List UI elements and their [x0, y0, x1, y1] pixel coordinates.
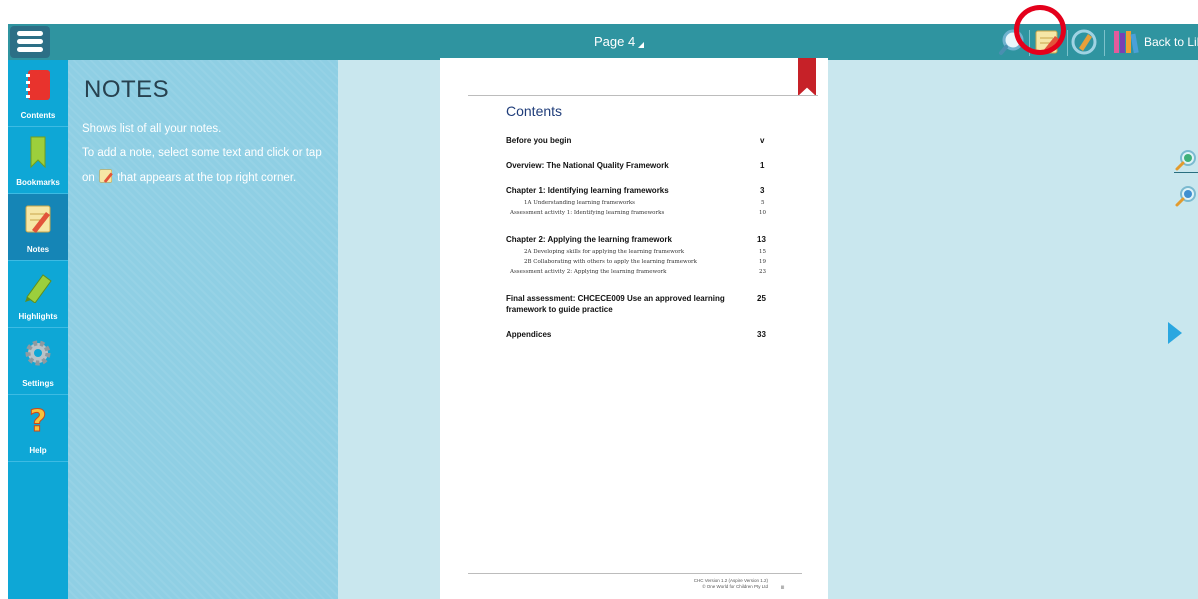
- document-page[interactable]: [440, 58, 828, 599]
- zoom-out-icon[interactable]: [1174, 184, 1198, 208]
- sidebar-item-notes[interactable]: Notes: [8, 194, 68, 261]
- back-to-library-button[interactable]: Back to Library: [1144, 35, 1198, 49]
- svg-text:?: ?: [29, 404, 46, 437]
- toc-page: 1: [760, 161, 765, 170]
- sidebar-item-help[interactable]: ? Help: [8, 395, 68, 462]
- toolbar-divider: [1067, 30, 1068, 56]
- toc-page: 19: [759, 259, 766, 265]
- notes-description: Shows list of all your notes.: [82, 123, 222, 135]
- sidebar-item-label: Help: [29, 446, 47, 455]
- menu-icon[interactable]: [10, 26, 50, 58]
- toc-entry: Appendices: [506, 330, 552, 339]
- footer-copyright: © One World for Children Pty Ltd: [702, 584, 768, 589]
- sidebar-item-settings[interactable]: Settings: [8, 328, 68, 395]
- notes-panel: NOTES Shows list of all your notes. To a…: [68, 60, 338, 599]
- notes-instruction-cont: on that appears at the top right corner.: [82, 168, 296, 184]
- page-rule: [468, 573, 802, 574]
- library-books-icon[interactable]: [1112, 28, 1140, 56]
- sidebar-item-bookmarks[interactable]: Bookmarks: [8, 127, 68, 194]
- toc-entry: Final assessment: CHCECE009 Use an appro…: [506, 294, 725, 303]
- notes-pencil-icon: [25, 205, 51, 233]
- highlight-circle-annotation: [1014, 5, 1066, 55]
- sidebar-item-label: Highlights: [18, 312, 58, 321]
- zoom-in-icon[interactable]: [1174, 148, 1198, 172]
- notes-instruction-post: that appears at the top right corner.: [117, 172, 297, 184]
- sidebar-item-label: Contents: [20, 111, 56, 120]
- page-indicator[interactable]: Page 4: [594, 34, 635, 49]
- next-page-arrow-icon[interactable]: [1168, 322, 1182, 344]
- toolbar-divider: [1104, 30, 1105, 56]
- zoom-divider: [1174, 172, 1198, 173]
- sidebar-item-contents[interactable]: Contents: [8, 60, 68, 127]
- toc-page: 3: [760, 186, 765, 195]
- bookmark-icon: [30, 136, 46, 169]
- toc-subentry: 2A Developing skills for applying the le…: [524, 249, 685, 255]
- toc-entry: Chapter 1: Identifying learning framewor…: [506, 186, 669, 195]
- toc-subentry: Assessment activity 2: Applying the lear…: [510, 269, 667, 275]
- notes-instruction: To add a note, select some text and clic…: [82, 147, 322, 159]
- toc-page: 5: [761, 200, 765, 206]
- toc-page: 10: [759, 210, 766, 216]
- page-rule: [468, 95, 818, 96]
- highlight-tool-icon[interactable]: [1070, 28, 1098, 56]
- toc-subentry: 1A Understanding learning frameworks: [524, 200, 635, 206]
- sidebar-item-label: Notes: [26, 245, 50, 254]
- toc-page: 13: [757, 235, 766, 244]
- toc-entry: Overview: The National Quality Framework: [506, 161, 669, 170]
- toc-page: v: [760, 136, 765, 145]
- toc-page: 23: [759, 269, 766, 275]
- add-note-icon: [99, 169, 113, 183]
- toc-page: 25: [757, 294, 766, 303]
- toc-entry: Chapter 2: Applying the learning framewo…: [506, 235, 672, 244]
- highlighter-icon: [25, 274, 52, 303]
- notes-instruction-pre: on: [82, 172, 95, 184]
- sidebar-item-label: Bookmarks: [16, 178, 60, 187]
- question-icon: ?: [29, 404, 47, 438]
- page-dropdown-caret-icon[interactable]: [638, 42, 644, 48]
- sidebar-item-highlights[interactable]: Highlights: [8, 261, 68, 328]
- contents-book-icon: [26, 70, 50, 100]
- toc-subentry: Assessment activity 1: Identifying learn…: [510, 210, 665, 216]
- gear-icon: [25, 340, 51, 366]
- panel-title: NOTES: [84, 76, 170, 103]
- toc-page: 33: [757, 330, 766, 339]
- toc-page: 15: [759, 249, 766, 255]
- footer-page-number: iii: [781, 585, 785, 591]
- sidebar: Contents Bookmarks Notes Highlights Sett…: [8, 60, 68, 599]
- document-heading: Contents: [506, 103, 563, 119]
- toc-subentry: 2B Collaborating with others to apply th…: [524, 259, 698, 265]
- toc-entry-cont: framework to guide practice: [506, 305, 613, 314]
- page-footer: CHC Version 1.2 (Aspire Version 1.2) © O…: [640, 578, 768, 590]
- sidebar-item-label: Settings: [22, 379, 54, 388]
- toc-entry: Before you begin: [506, 136, 572, 145]
